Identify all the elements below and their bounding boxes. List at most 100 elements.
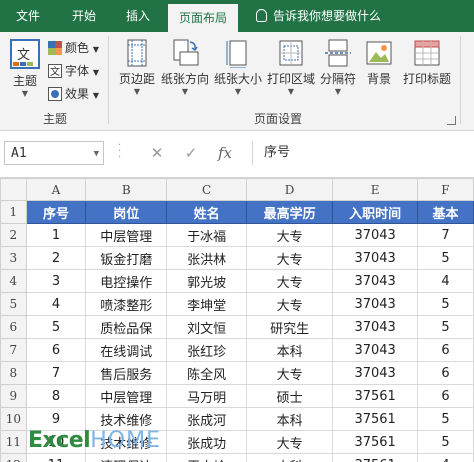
enter-icon[interactable]: ✓	[174, 141, 208, 165]
cell[interactable]: 37043	[332, 223, 418, 247]
tab-page-layout[interactable]: 页面布局	[168, 4, 238, 32]
cell[interactable]: 电控操作	[85, 269, 168, 293]
cell[interactable]: 喷漆整形	[85, 292, 168, 316]
row-header[interactable]: 4	[0, 269, 27, 293]
cell[interactable]: 1	[25, 223, 87, 247]
cell[interactable]: 7	[25, 361, 87, 385]
cell[interactable]: 37043	[332, 361, 418, 385]
cell[interactable]: 3	[25, 269, 87, 293]
cell[interactable]: 本科	[245, 407, 334, 431]
row-header[interactable]: 1	[0, 200, 27, 224]
cell[interactable]: 马万明	[166, 384, 247, 408]
tab-home[interactable]: 开始	[60, 0, 108, 32]
cell[interactable]: 4	[25, 292, 87, 316]
row-header[interactable]: 6	[0, 315, 27, 339]
cell[interactable]: 在线调试	[85, 338, 168, 362]
cell[interactable]: 5	[416, 315, 474, 339]
tell-me-search[interactable]: 告诉我你想要做什么	[256, 0, 381, 32]
cell[interactable]: 刘文恒	[166, 315, 247, 339]
cell[interactable]: 郭光坡	[166, 269, 247, 293]
cell[interactable]: 张成功	[166, 430, 247, 454]
header-cell[interactable]: 入职时间	[332, 200, 418, 224]
column-header[interactable]: B	[85, 178, 168, 201]
cell[interactable]: 大专	[245, 292, 334, 316]
cell[interactable]: 37561	[332, 384, 418, 408]
print-titles-button[interactable]: 打印标题	[400, 38, 454, 87]
cell[interactable]: 5	[416, 430, 474, 454]
row-header[interactable]: 8	[0, 361, 27, 385]
cell[interactable]: 5	[25, 315, 87, 339]
cell[interactable]: 大专	[245, 361, 334, 385]
cell[interactable]: 张红珍	[166, 338, 247, 362]
cell[interactable]: 清理保洁	[85, 453, 168, 462]
cell[interactable]: 李坤堂	[166, 292, 247, 316]
name-box[interactable]: A1 ▼	[4, 141, 104, 165]
print-area-button[interactable]: 打印区域 ▼	[266, 38, 316, 97]
orientation-button[interactable]: 纸张方向 ▼	[160, 38, 210, 97]
background-button[interactable]: 背景	[362, 38, 396, 87]
row-header[interactable]: 10	[0, 407, 27, 431]
insert-function-icon[interactable]: fx	[208, 141, 242, 165]
cell[interactable]: 4	[416, 453, 474, 462]
cell[interactable]: 陈全风	[166, 361, 247, 385]
formula-input[interactable]: 序号	[264, 141, 290, 165]
colors-button[interactable]: 颜色 ▼	[48, 38, 99, 58]
cell[interactable]: 7	[416, 223, 474, 247]
chevron-down-icon[interactable]: ▼	[94, 142, 99, 166]
cell[interactable]: 售后服务	[85, 361, 168, 385]
cell[interactable]: 10	[25, 430, 87, 454]
cell[interactable]: 大专	[245, 223, 334, 247]
column-header[interactable]: F	[416, 178, 474, 201]
margins-button[interactable]: 页边距 ▼	[116, 38, 158, 97]
cell[interactable]: 37561	[332, 453, 418, 462]
cell[interactable]: 本科	[245, 338, 334, 362]
cell[interactable]: 于冰福	[166, 223, 247, 247]
cell[interactable]: 6	[416, 338, 474, 362]
cell[interactable]: 技术维修	[85, 407, 168, 431]
cancel-icon[interactable]: ✕	[140, 141, 174, 165]
tab-file[interactable]: 文件	[4, 0, 52, 32]
cell[interactable]: 37561	[332, 430, 418, 454]
select-all-corner[interactable]	[0, 178, 27, 201]
header-cell[interactable]: 岗位	[85, 200, 168, 224]
cell[interactable]: 5	[416, 246, 474, 270]
cell[interactable]: 2	[25, 246, 87, 270]
cell[interactable]: 37043	[332, 315, 418, 339]
column-header[interactable]: C	[166, 178, 247, 201]
cell[interactable]: 中层管理	[85, 223, 168, 247]
cell[interactable]: 王本岭	[166, 453, 247, 462]
row-header[interactable]: 9	[0, 384, 27, 408]
cell[interactable]: 37043	[332, 338, 418, 362]
cell[interactable]: 9	[25, 407, 87, 431]
cell[interactable]: 技术维修	[85, 430, 168, 454]
cell[interactable]: 37043	[332, 269, 418, 293]
cell[interactable]: 8	[25, 384, 87, 408]
cell[interactable]: 6	[25, 338, 87, 362]
cell[interactable]: 37043	[332, 246, 418, 270]
effects-button[interactable]: 效果 ▼	[48, 84, 99, 104]
row-header[interactable]: 2	[0, 223, 27, 247]
row-header[interactable]: 3	[0, 246, 27, 270]
cell[interactable]: 钣金打磨	[85, 246, 168, 270]
cell[interactable]: 大专	[245, 430, 334, 454]
cell[interactable]: 中层管理	[85, 384, 168, 408]
cell[interactable]: 6	[416, 361, 474, 385]
tab-insert[interactable]: 插入	[114, 0, 162, 32]
cell[interactable]: 张洪林	[166, 246, 247, 270]
column-header[interactable]: D	[245, 178, 334, 201]
cell[interactable]: 质检品保	[85, 315, 168, 339]
cell[interactable]: 大专	[245, 269, 334, 293]
header-cell[interactable]: 姓名	[166, 200, 247, 224]
cell[interactable]: 5	[416, 292, 474, 316]
header-cell[interactable]: 基本	[416, 200, 474, 224]
cell[interactable]: 6	[416, 384, 474, 408]
column-header[interactable]: E	[332, 178, 418, 201]
size-button[interactable]: 纸张大小 ▼	[212, 38, 264, 97]
column-header[interactable]: A	[25, 178, 87, 201]
header-cell[interactable]: 序号	[25, 200, 87, 224]
cell[interactable]: 本科	[245, 453, 334, 462]
cell[interactable]: 11	[25, 453, 87, 462]
cell[interactable]: 硕士	[245, 384, 334, 408]
cell[interactable]: 张成河	[166, 407, 247, 431]
cell[interactable]: 5	[416, 407, 474, 431]
